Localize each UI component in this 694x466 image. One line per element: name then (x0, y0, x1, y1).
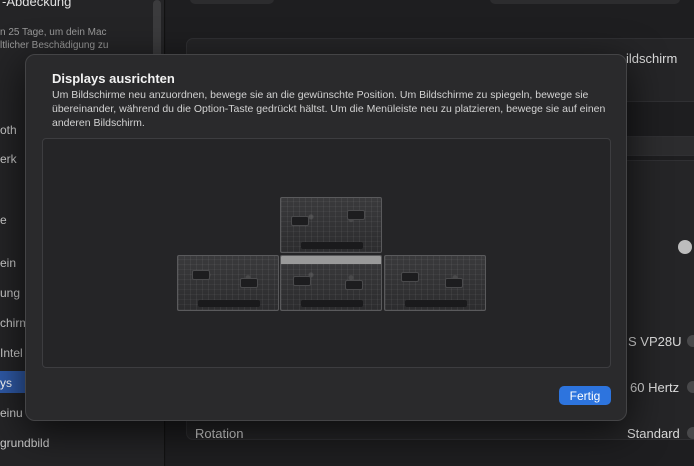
sidebar-item-displays[interactable]: ys (0, 376, 12, 390)
display-wallpaper-chip (445, 278, 463, 288)
displays-heading: ildschirm (626, 51, 678, 66)
sidebar-item-9[interactable]: einu (0, 406, 23, 420)
display-right[interactable] (384, 255, 486, 311)
sidebar-item-wallpaper[interactable]: grundbild (0, 436, 49, 450)
display-center-main[interactable] (280, 255, 382, 311)
rotation-label: Rotation (195, 426, 244, 441)
display-wallpaper-chip (345, 280, 363, 290)
toolbar-segment-right[interactable] (490, 0, 680, 4)
done-button[interactable]: Fertig (559, 386, 611, 405)
toolbar-segment-left[interactable] (190, 0, 274, 4)
toggle-knob[interactable] (678, 240, 692, 254)
rotation-value[interactable]: Standard (627, 426, 680, 441)
display-dock (198, 300, 260, 307)
display-model-value[interactable]: S VP28U (628, 334, 681, 349)
arrange-displays-dialog: Displays ausrichten Um Bildschirme neu a… (25, 54, 627, 421)
sidebar-item-network[interactable]: erk (0, 152, 17, 166)
display-dock (301, 300, 363, 307)
rotation-stepper-icon[interactable] (687, 427, 694, 439)
menu-bar-indicator[interactable] (281, 256, 381, 264)
display-dock (301, 242, 363, 249)
sidebar-header-title: -Abdeckung (2, 0, 72, 9)
dialog-description: Um Bildschirme neu anzuordnen, bewege si… (52, 89, 606, 129)
sidebar-item-3[interactable]: e (0, 213, 7, 227)
display-wallpaper-chip (240, 278, 258, 288)
sidebar-notice-line-1: n 25 Tage, um dein Mac (0, 27, 107, 38)
display-wallpaper-chip (293, 276, 311, 286)
display-top[interactable] (280, 197, 382, 253)
sidebar-item-bluetooth[interactable]: oth (0, 123, 17, 137)
display-wallpaper-chip (291, 216, 309, 226)
refresh-rate-value[interactable]: 60 Hertz (630, 380, 679, 395)
display-left[interactable] (177, 255, 279, 311)
display-arrangement-area (42, 138, 611, 368)
display-wallpaper-chip (347, 210, 365, 220)
sidebar-item-7[interactable]: Intel (0, 346, 23, 360)
dialog-title: Displays ausrichten (52, 71, 175, 86)
sidebar-item-5[interactable]: ung (0, 286, 20, 300)
sidebar-notice-line-2: ltlicher Beschädigung zu (0, 40, 109, 51)
sidebar-item-4[interactable]: ein (0, 256, 16, 270)
display-wallpaper-chip (401, 272, 419, 282)
refresh-rate-stepper-icon[interactable] (687, 381, 694, 393)
display-model-stepper-icon[interactable] (687, 335, 694, 347)
display-dock (405, 300, 467, 307)
display-wallpaper-chip (192, 270, 210, 280)
